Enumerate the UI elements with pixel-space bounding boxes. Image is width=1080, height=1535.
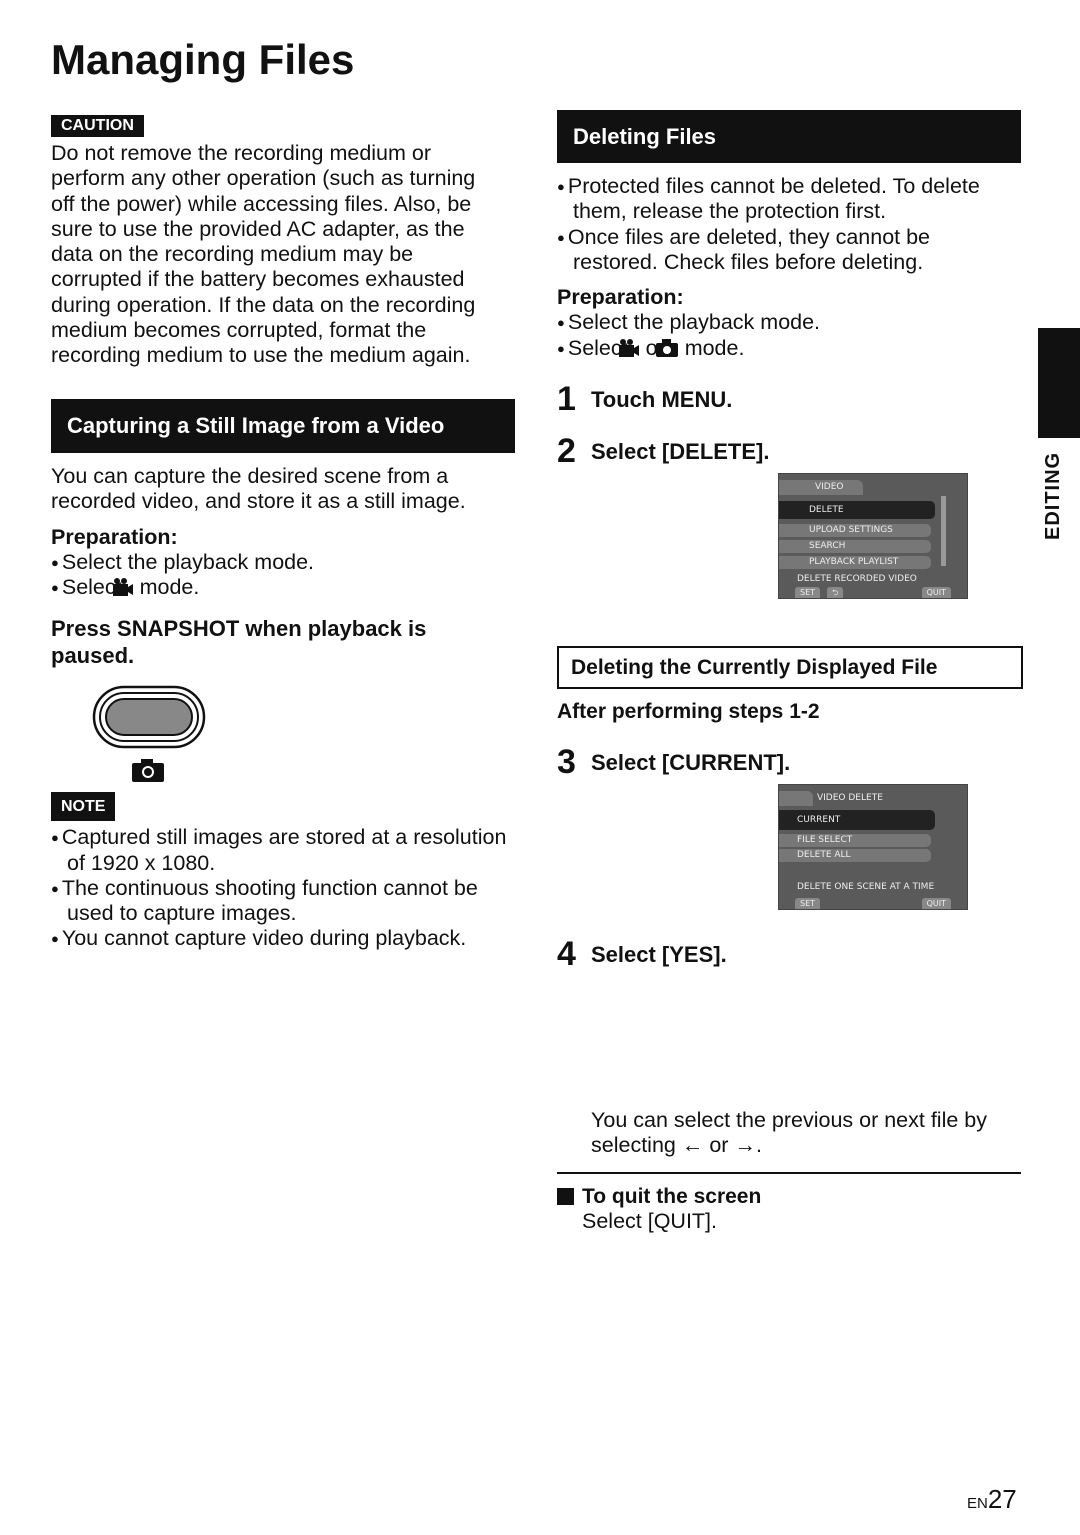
arrow-left-icon: ←	[681, 1133, 704, 1158]
delete-section: Protected files cannot be deleted. To de…	[557, 174, 1017, 364]
set-button[interactable]: SET	[795, 587, 821, 598]
prep-item: Select mode.	[51, 575, 501, 603]
menu-hint: DELETE RECORDED VIDEO	[797, 574, 917, 584]
side-tab-label: EDITING	[1042, 451, 1064, 540]
video-tab-icon	[779, 791, 813, 806]
side-tab-marker	[1038, 328, 1080, 438]
menu-item-file-select[interactable]: FILE SELECT	[779, 834, 931, 847]
menu-item-search[interactable]: SEARCH	[779, 540, 931, 553]
scrollbar[interactable]	[941, 496, 946, 566]
menu-tab: VIDEO DELETE	[817, 793, 883, 803]
menu-hint: DELETE ONE SCENE AT A TIME	[797, 882, 935, 892]
note-item: The continuous shooting function cannot …	[51, 876, 511, 927]
capture-section: You can capture the desired scene from a…	[51, 464, 501, 669]
capture-intro: You can capture the desired scene from a…	[51, 464, 466, 514]
menu-item-playback-playlist[interactable]: PLAYBACK PLAYLIST	[779, 556, 931, 569]
page-footer: EN27	[967, 1484, 1017, 1514]
step-1: 1 Touch MENU.	[557, 380, 733, 418]
menu-item-upload-settings[interactable]: UPLOAD SETTINGS	[779, 524, 931, 537]
quit-text: Select [QUIT].	[582, 1209, 718, 1234]
camera-icon	[131, 757, 165, 788]
sub-heading: Deleting the Currently Displayed File	[557, 646, 1023, 689]
caution-text: Do not remove the recording medium or pe…	[51, 141, 476, 368]
square-bullet-icon	[557, 1188, 574, 1205]
delete-heading: Deleting Files	[557, 110, 1021, 163]
video-camera-icon	[618, 338, 640, 364]
capture-instruction: Press SNAPSHOT when playback is paused.	[51, 616, 427, 669]
set-button[interactable]: SET	[795, 898, 821, 909]
delete-bullet: Once files are deleted, they cannot be r…	[557, 225, 1017, 276]
after-steps: After performing steps 1-2	[557, 700, 820, 723]
delete-bullet: Protected files cannot be deleted. To de…	[557, 174, 1017, 225]
quit-button[interactable]: QUIT	[921, 587, 951, 598]
menu-tab: VIDEO	[779, 480, 863, 495]
menu-item-delete[interactable]: DELETE	[779, 501, 935, 519]
prev-next-text: You can select the previous or next file…	[591, 1108, 987, 1158]
page-title: Managing Files	[51, 36, 355, 83]
caution-section: CAUTION Do not remove the recording medi…	[51, 115, 501, 369]
caution-tag: CAUTION	[51, 115, 144, 137]
menu-item-current[interactable]: CURRENT	[779, 810, 935, 830]
step-4: 4 Select [YES].	[557, 935, 727, 973]
prep-label: Preparation:	[51, 524, 178, 549]
menu-screen-delete: VIDEO DELETE UPLOAD SETTINGS SEARCH PLAY…	[778, 473, 968, 599]
back-button[interactable]: ⮌	[827, 587, 844, 598]
prep-item: Select the playback mode.	[51, 550, 501, 575]
quit-section: To quit the screen Select [QUIT].	[557, 1184, 761, 1235]
page-number: 27	[987, 1484, 1017, 1514]
step-3: 3 Select [CURRENT].	[557, 743, 791, 781]
snapshot-button-illustration	[92, 685, 207, 755]
arrow-right-icon: →	[734, 1133, 756, 1158]
quit-button[interactable]: QUIT	[921, 898, 951, 909]
quit-title: To quit the screen	[582, 1185, 762, 1208]
video-camera-icon	[112, 577, 134, 603]
divider	[557, 1172, 1021, 1174]
note-tag: NOTE	[51, 792, 116, 822]
note-section: NOTE Captured still images are stored at…	[51, 792, 511, 952]
step-2: 2 Select [DELETE].	[557, 432, 770, 470]
note-item: Captured still images are stored at a re…	[51, 825, 511, 876]
prep-item: Select or mode.	[557, 336, 1017, 364]
prep-label: Preparation:	[557, 285, 684, 310]
menu-screen-video-delete: VIDEO DELETE CURRENT FILE SELECT DELETE …	[778, 784, 968, 910]
camera-icon	[655, 338, 679, 364]
prep-item: Select the playback mode.	[557, 310, 1017, 335]
capture-heading: Capturing a Still Image from a Video	[51, 399, 515, 453]
note-item: You cannot capture video during playback…	[51, 926, 511, 951]
menu-item-delete-all[interactable]: DELETE ALL	[779, 849, 931, 862]
